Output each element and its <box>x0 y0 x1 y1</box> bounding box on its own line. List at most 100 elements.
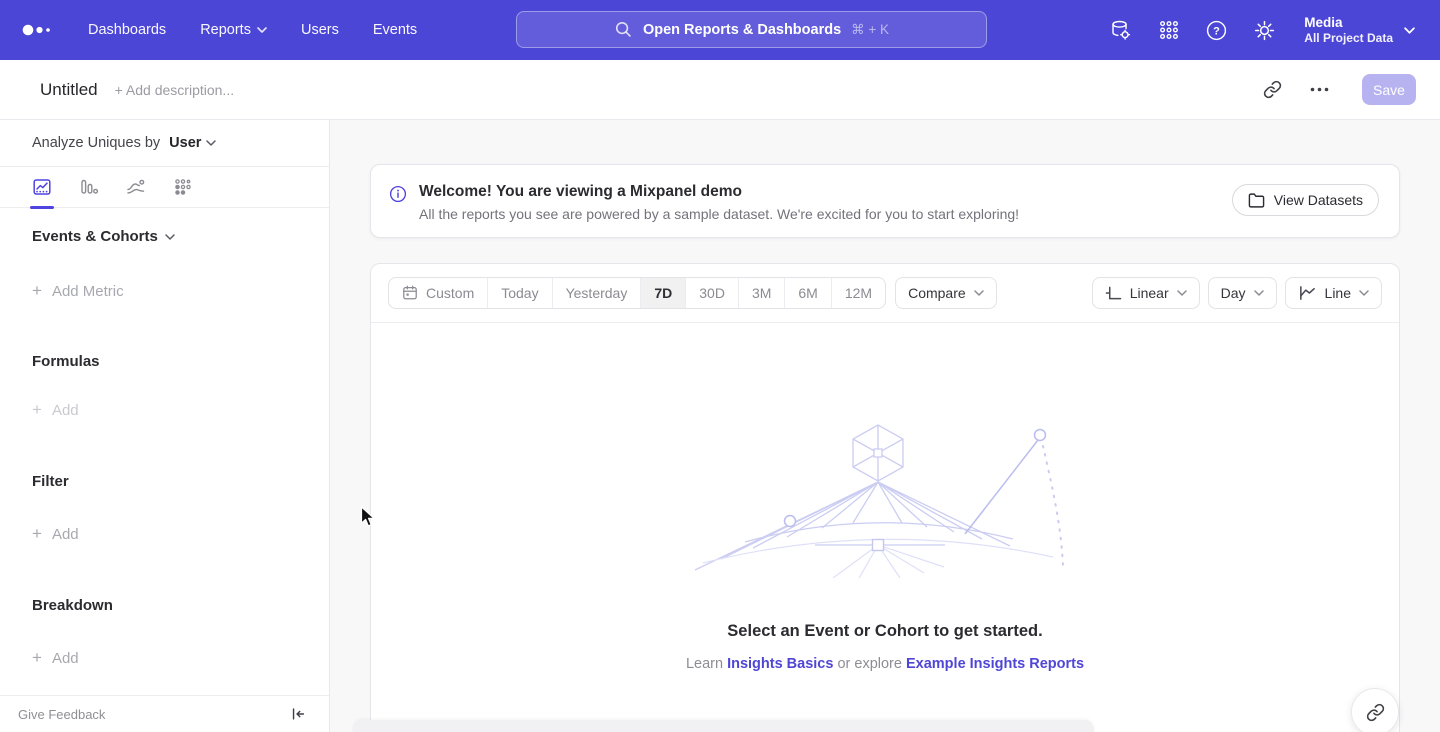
data-management-button[interactable] <box>1109 19 1132 42</box>
add-breakdown-button[interactable]: +Add <box>32 648 297 668</box>
tab-funnels[interactable] <box>79 177 99 197</box>
add-metric-button[interactable]: +Add Metric <box>32 281 297 301</box>
nav-dashboards[interactable]: Dashboards <box>88 22 166 38</box>
range-6m[interactable]: 6M <box>784 278 830 308</box>
link-icon <box>1366 703 1385 722</box>
interval-dropdown[interactable]: Day <box>1208 277 1277 309</box>
mixpanel-logo[interactable] <box>22 23 58 37</box>
bars-icon <box>79 177 99 197</box>
range-30d[interactable]: 30D <box>685 278 738 308</box>
gear-icon <box>1253 19 1276 42</box>
project-name: Media <box>1304 14 1393 31</box>
analyze-label: Analyze Uniques by <box>32 135 160 151</box>
empty-state-title: Select an Event or Cohort to get started… <box>371 622 1399 641</box>
chevron-down-icon <box>1404 27 1415 34</box>
insights-chart-card: Custom Today Yesterday 7D 30D 3M 6M 12M … <box>370 263 1400 732</box>
chevron-down-icon <box>257 27 267 33</box>
give-feedback-link[interactable]: Give Feedback <box>18 707 105 722</box>
project-switcher[interactable]: Media All Project Data <box>1304 14 1415 46</box>
line-chart-icon <box>1298 285 1317 301</box>
retention-dots-icon <box>173 177 193 197</box>
bottom-drawer-handle[interactable] <box>353 720 1094 732</box>
chart-controls: Custom Today Yesterday 7D 30D 3M 6M 12M … <box>371 264 1399 323</box>
flows-icon <box>126 177 146 197</box>
question-circle-icon: ? <box>1205 19 1228 42</box>
compare-dropdown[interactable]: Compare <box>895 277 997 309</box>
view-datasets-button[interactable]: View Datasets <box>1232 184 1379 216</box>
report-title[interactable]: Untitled <box>40 80 98 100</box>
chevron-down-icon <box>974 290 984 296</box>
selected-tab-underline <box>30 206 54 209</box>
nav-right: ? Media All Project Data <box>1109 0 1415 60</box>
chevron-down-icon <box>165 234 175 240</box>
report-header-bar: Untitled + Add description... Save <box>0 60 1440 120</box>
range-custom[interactable]: Custom <box>389 278 487 308</box>
chevron-down-icon <box>1359 290 1369 296</box>
more-options-button[interactable] <box>1309 80 1329 100</box>
range-7d[interactable]: 7D <box>640 278 685 308</box>
search-placeholder: Open Reports & Dashboards <box>643 22 841 38</box>
banner-subtitle: All the reports you see are powered by a… <box>419 206 1019 222</box>
banner-title: Welcome! You are viewing a Mixpanel demo <box>419 183 1019 201</box>
copy-link-button[interactable] <box>1262 80 1282 100</box>
info-icon <box>389 185 407 203</box>
search-shortcut: ⌘ + K <box>851 22 889 38</box>
tab-flows[interactable] <box>126 177 146 197</box>
analyze-unit-dropdown[interactable]: User <box>169 135 216 151</box>
grid-dots-icon <box>1158 19 1180 41</box>
insights-chart-icon <box>32 177 52 197</box>
ellipsis-icon <box>1310 87 1329 92</box>
range-3m[interactable]: 3M <box>738 278 784 308</box>
search-icon <box>614 20 633 39</box>
save-button[interactable]: Save <box>1362 74 1416 105</box>
range-today[interactable]: Today <box>487 278 551 308</box>
tab-retention[interactable] <box>173 177 193 197</box>
date-range-segmented: Custom Today Yesterday 7D 30D 3M 6M 12M <box>388 277 886 309</box>
global-search[interactable]: Open Reports & Dashboards ⌘ + K <box>516 11 987 48</box>
query-builder-sidebar: Analyze Uniques by User <box>0 120 330 732</box>
calendar-icon <box>402 285 418 301</box>
formulas-header: Formulas <box>32 353 297 370</box>
mixpanel-logo-icon <box>22 23 58 37</box>
top-nav: Dashboards Reports Users Events Open Rep… <box>0 0 1440 60</box>
empty-state: Select an Event or Cohort to get started… <box>371 323 1399 672</box>
empty-state-illustration <box>695 420 1075 578</box>
sidebar-footer: Give Feedback <box>0 695 329 732</box>
filter-header: Filter <box>32 473 297 490</box>
nav-reports[interactable]: Reports <box>200 22 267 38</box>
breakdown-header: Breakdown <box>32 597 297 614</box>
events-cohorts-header[interactable]: Events & Cohorts <box>32 228 297 245</box>
chevron-down-icon <box>1254 290 1264 296</box>
report-description-placeholder[interactable]: + Add description... <box>115 82 234 98</box>
mixpanel-insights-screen: Dashboards Reports Users Events Open Rep… <box>0 0 1440 732</box>
share-link-fab[interactable] <box>1351 688 1399 732</box>
collapse-left-icon <box>290 706 306 722</box>
report-main-area: Welcome! You are viewing a Mixpanel demo… <box>330 120 1440 732</box>
settings-button[interactable] <box>1253 19 1276 42</box>
empty-state-hint: Learn Insights Basics or explore Example… <box>371 656 1399 672</box>
range-yesterday[interactable]: Yesterday <box>552 278 641 308</box>
nav-events[interactable]: Events <box>373 22 417 38</box>
scale-dropdown[interactable]: Linear <box>1092 277 1200 309</box>
svg-text:?: ? <box>1213 25 1220 37</box>
analyze-row: Analyze Uniques by User <box>0 120 329 166</box>
range-12m[interactable]: 12M <box>831 278 885 308</box>
add-filter-button[interactable]: +Add <box>32 524 297 544</box>
insights-basics-link[interactable]: Insights Basics <box>727 656 833 672</box>
database-gear-icon <box>1109 19 1132 42</box>
collapse-sidebar-button[interactable] <box>288 704 308 724</box>
link-icon <box>1263 80 1282 99</box>
linear-axis-icon <box>1105 285 1122 301</box>
add-formula-button[interactable]: +Add <box>32 400 297 420</box>
nav-items: Dashboards Reports Users Events <box>88 22 417 38</box>
chevron-down-icon <box>1177 290 1187 296</box>
project-scope: All Project Data <box>1304 31 1393 46</box>
folder-icon <box>1248 192 1265 209</box>
tab-insights[interactable] <box>32 177 52 197</box>
chart-type-dropdown[interactable]: Line <box>1285 277 1382 309</box>
chevron-down-icon <box>206 140 216 146</box>
nav-users[interactable]: Users <box>301 22 339 38</box>
help-button[interactable]: ? <box>1205 19 1228 42</box>
example-insights-reports-link[interactable]: Example Insights Reports <box>906 656 1084 672</box>
apps-grid-button[interactable] <box>1157 19 1180 42</box>
